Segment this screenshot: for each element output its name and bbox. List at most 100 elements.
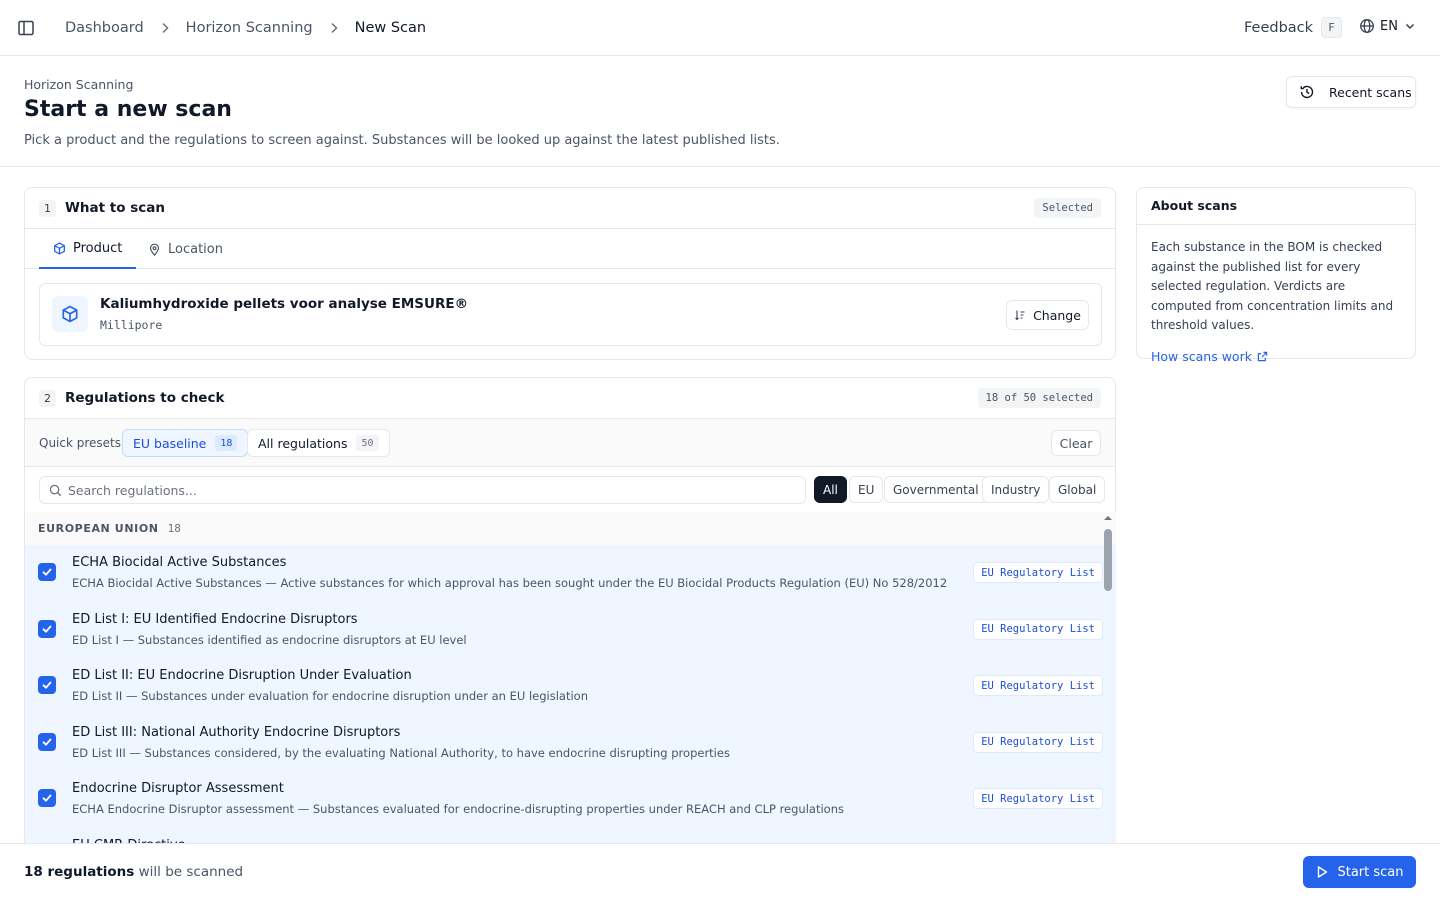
regulation-tag: EU Regulatory List — [973, 562, 1103, 583]
status-badge: Selected — [1034, 198, 1101, 218]
feedback-label: Feedback — [1244, 19, 1314, 36]
regulation-row[interactable]: ECHA Biocidal Active Substances ECHA Bioc… — [25, 545, 1116, 602]
regulation-rows: ECHA Biocidal Active Substances ECHA Bioc… — [25, 545, 1116, 844]
scan-suffix: will be scanned — [134, 864, 244, 880]
breadcrumb: Dashboard Horizon Scanning New Scan — [65, 0, 426, 56]
about-scans-body: Each substance in the BOM is checked aga… — [1137, 225, 1415, 379]
breadcrumb-dashboard[interactable]: Dashboard — [65, 20, 144, 36]
check-icon — [42, 794, 52, 802]
regulation-row[interactable]: EU CMR DirectiveEU Regulatory List — [25, 827, 1116, 844]
recent-scans-label: Recent scans — [1329, 84, 1412, 100]
regulation-tag: EU Regulatory List — [973, 788, 1103, 809]
regulation-description: ECHA Endocrine Disruptor assessment — Su… — [72, 802, 844, 816]
page-title: Start a new scan — [24, 97, 232, 122]
language-selector[interactable]: EN — [1359, 18, 1417, 34]
regulation-description: ECHA Biocidal Active Substances — Active… — [72, 576, 948, 590]
feedback-shortcut-badge: F — [1321, 17, 1343, 38]
scroll-up-icon[interactable] — [1102, 513, 1114, 523]
step-number: 2 — [39, 390, 56, 407]
preset-label: EU baseline — [133, 435, 207, 451]
filter-global[interactable]: Global — [1049, 476, 1106, 503]
about-scans-header: About scans — [1137, 188, 1415, 225]
regulation-checkbox[interactable] — [38, 676, 56, 694]
tab-product-label: Product — [73, 240, 123, 256]
group-label: EUROPEAN UNION — [38, 522, 159, 535]
about-scans-card: About scans Each substance in the BOM is… — [1136, 187, 1416, 364]
breadcrumb-horizon-scanning[interactable]: Horizon Scanning — [186, 20, 313, 36]
start-scan-button[interactable]: Start scan — [1303, 856, 1416, 888]
product-vendor: Millipore — [100, 318, 163, 332]
preset-eu-baseline[interactable]: EU baseline 18 — [122, 429, 249, 457]
regulation-description: ED List III — Substances considered, by … — [72, 745, 730, 760]
scan-target-tabs: Product Location — [25, 229, 1115, 269]
regulation-description: ED List I — Substances identified as end… — [72, 632, 467, 647]
page-description: Pick a product and the regulations to sc… — [24, 133, 780, 148]
change-label: Change — [1033, 307, 1081, 323]
regulation-row[interactable]: ED List II: EU Endocrine Disruption Unde… — [25, 658, 1116, 715]
scan-count: 18 regulations — [24, 864, 135, 880]
regulation-description: ED List II — Substances under evaluation… — [72, 689, 588, 703]
map-pin-icon — [149, 243, 160, 256]
change-product-button[interactable]: Change — [1006, 300, 1089, 330]
regulation-tag: EU Regulatory List — [973, 618, 1103, 640]
top-bar: Dashboard Horizon Scanning New Scan Feed… — [0, 0, 1440, 56]
regulation-checkbox[interactable] — [38, 619, 56, 638]
regulation-checkbox[interactable] — [38, 732, 56, 751]
cube-icon — [54, 241, 65, 255]
feedback-button[interactable]: Feedback F — [1244, 17, 1343, 38]
what-to-scan-header: 1 What to scan Selected — [25, 188, 1115, 229]
page-eyebrow: Horizon Scanning — [24, 77, 134, 92]
about-scans-title: About scans — [1151, 198, 1238, 213]
chevron-down-icon — [1405, 23, 1414, 30]
recent-scans-button[interactable]: Recent scans — [1286, 76, 1416, 108]
footer-bar: 18 regulations will be scanned Start sca… — [0, 843, 1440, 900]
scan-summary: 18 regulations will be scanned — [24, 864, 243, 880]
scroll-thumb[interactable] — [1104, 529, 1112, 591]
regulation-list: EUROPEAN UNION 18 ECHA Biocidal Active S… — [25, 512, 1116, 844]
play-icon — [1318, 866, 1328, 878]
regulation-checkbox[interactable] — [38, 789, 56, 807]
check-icon — [42, 625, 52, 633]
group-count: 18 — [167, 522, 181, 535]
product-name: Kaliumhydroxide pellets voor analyse EMS… — [100, 296, 469, 312]
regulation-name: ECHA Biocidal Active Substances — [72, 555, 287, 570]
language-label: EN — [1380, 18, 1398, 34]
regulation-name: ED List I: EU Identified Endocrine Disru… — [72, 611, 358, 627]
what-to-scan-title: What to scan — [65, 200, 165, 216]
filter-eu[interactable]: EU — [849, 476, 884, 503]
filter-industry[interactable]: Industry — [982, 476, 1050, 503]
search-box — [39, 476, 806, 504]
globe-icon — [1360, 19, 1374, 33]
check-icon — [42, 681, 52, 689]
tab-product[interactable]: Product — [39, 229, 137, 269]
regulation-row[interactable]: ED List III: National Authority Endocrin… — [25, 714, 1116, 771]
selected-product: Kaliumhydroxide pellets voor analyse EMS… — [39, 283, 1102, 346]
history-icon — [1300, 85, 1314, 99]
presets-label: Quick presets — [39, 436, 122, 450]
chevron-right-icon — [162, 22, 169, 34]
breadcrumb-new-scan: New Scan — [354, 20, 427, 36]
how-scans-work-link[interactable]: How scans work — [1151, 347, 1401, 367]
regulation-row[interactable]: ED List I: EU Identified Endocrine Disru… — [25, 601, 1116, 658]
group-header-eu: EUROPEAN UNION 18 — [25, 512, 1116, 545]
preset-all-regulations[interactable]: All regulations 50 — [247, 429, 390, 457]
about-scans-text: Each substance in the BOM is checked aga… — [1151, 240, 1394, 332]
link-label: How scans work — [1151, 348, 1252, 364]
filter-governmental[interactable]: Governmental — [884, 476, 988, 503]
filter-row: All EU Governmental Industry Global — [25, 467, 1115, 513]
preset-count: 18 — [215, 435, 238, 451]
regulation-row[interactable]: Endocrine Disruptor Assessment ECHA Endoc… — [25, 771, 1116, 828]
list-scrollbar[interactable] — [1102, 512, 1114, 844]
clear-button[interactable]: Clear — [1051, 430, 1101, 456]
regulation-name: Endocrine Disruptor Assessment — [72, 781, 284, 796]
regulation-checkbox[interactable] — [38, 563, 56, 581]
product-avatar — [52, 296, 88, 332]
tab-location[interactable]: Location — [148, 229, 223, 269]
filter-all[interactable]: All — [814, 476, 847, 503]
regulations-header: 2 Regulations to check 18 of 50 selected — [25, 378, 1115, 419]
external-link-icon — [1257, 351, 1268, 361]
preset-count: 50 — [356, 435, 379, 451]
sidebar-toggle-icon[interactable] — [17, 19, 35, 37]
tab-location-label: Location — [168, 241, 223, 257]
search-input[interactable] — [68, 482, 768, 498]
